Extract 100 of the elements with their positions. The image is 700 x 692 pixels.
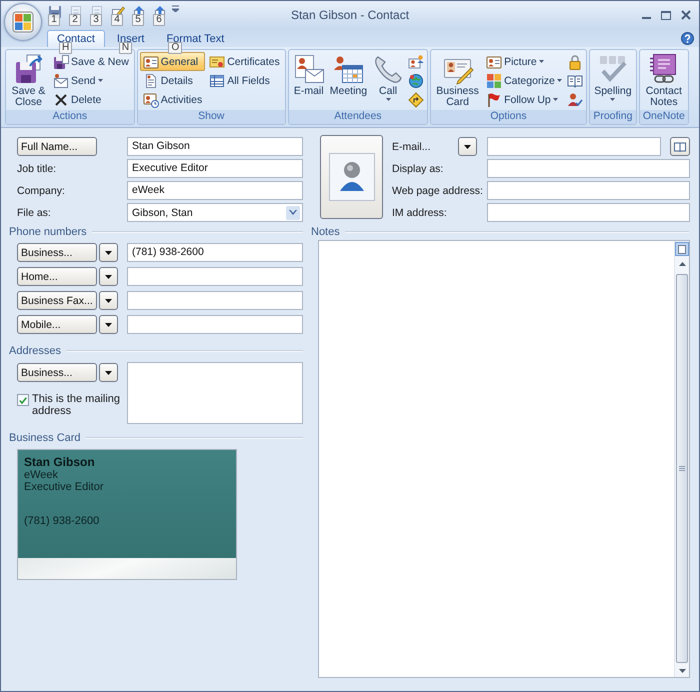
ribbon-button[interactable]: Spelling — [592, 52, 634, 101]
save-icon — [53, 54, 69, 70]
field-label: Display as: — [392, 162, 444, 174]
dropdown-button[interactable] — [99, 363, 118, 382]
contact-card-icon[interactable] — [408, 54, 424, 70]
dropdown-button[interactable] — [99, 315, 118, 334]
keytip: H — [59, 42, 72, 54]
input-field[interactable]: Stan Gibson — [127, 137, 303, 156]
maximize-icon[interactable] — [661, 10, 671, 20]
close-icon[interactable] — [681, 10, 691, 20]
keytip: N — [118, 42, 132, 54]
input-field[interactable]: Executive Editor — [127, 159, 303, 178]
group-label: Actions — [6, 110, 134, 124]
caret-icon — [105, 370, 112, 374]
ribbon-button[interactable]: Save & New — [50, 52, 132, 71]
input-field[interactable]: (781) 938-2600 — [127, 243, 303, 262]
address-field[interactable] — [127, 362, 303, 424]
ribbon-button[interactable]: Send — [50, 71, 132, 90]
ribbon-button[interactable]: Categorize — [483, 71, 565, 90]
check-icon — [19, 396, 27, 404]
group-label: Options — [431, 110, 586, 124]
input-field[interactable] — [127, 267, 303, 286]
input-field[interactable] — [487, 159, 690, 178]
person-check-icon[interactable] — [566, 92, 583, 108]
scrollbar-thumb[interactable] — [676, 274, 688, 663]
caret-icon[interactable] — [172, 5, 179, 12]
field-button[interactable]: Business... — [17, 243, 97, 262]
field-label: IM address: — [392, 206, 447, 218]
input-field[interactable] — [487, 181, 690, 200]
field-button[interactable]: Mobile... — [17, 315, 97, 334]
card-job-title: Executive Editor — [24, 481, 104, 493]
checkbox[interactable] — [17, 394, 29, 406]
field-label: E-mail... — [392, 140, 431, 152]
combo-box[interactable]: Gibson, Stan — [127, 203, 303, 222]
caret-icon — [289, 210, 297, 215]
caret-icon — [105, 250, 112, 254]
input-field[interactable] — [127, 315, 303, 334]
card-phone: (781) 938-2600 — [24, 515, 100, 527]
ribbon-button[interactable]: Save & Close — [8, 52, 49, 109]
dropdown-button[interactable] — [99, 291, 118, 310]
email-icon — [292, 53, 325, 85]
section-title: Phone numbers — [9, 226, 87, 238]
lock-icon[interactable] — [566, 54, 583, 70]
checkbox-label: This is the mailing address — [32, 393, 122, 417]
group-label: OneNote — [640, 110, 688, 124]
card-company: eWeek — [24, 469, 58, 481]
table-icon — [209, 72, 226, 88]
input-field[interactable] — [127, 291, 303, 310]
dropdown-button[interactable] — [99, 267, 118, 286]
field-button[interactable]: Home... — [17, 267, 97, 286]
ribbon-button[interactable]: Contact Notes — [642, 52, 686, 109]
field-button[interactable]: Business... — [17, 363, 97, 382]
ribbon-button[interactable]: Meeting — [328, 52, 370, 98]
keytip: 3 — [90, 14, 102, 26]
dropdown-button[interactable] — [458, 137, 477, 156]
book-icon — [674, 142, 686, 152]
scrollbar[interactable] — [674, 241, 689, 677]
ribbon-button[interactable]: General — [140, 52, 206, 71]
book-icon[interactable] — [566, 72, 583, 88]
field-label: Web page address: — [392, 184, 483, 196]
ribbon-button[interactable]: Activities — [140, 90, 206, 109]
person-icon — [328, 153, 374, 201]
logo-icon — [12, 11, 34, 33]
section-title: Business Card — [9, 432, 81, 444]
contact-card-icon — [142, 92, 159, 108]
keytip: 1 — [48, 14, 60, 26]
ribbon-button[interactable]: Details — [140, 71, 206, 90]
input-field[interactable] — [487, 137, 661, 156]
pane-toggle-button[interactable] — [675, 242, 689, 256]
ribbon-button[interactable]: Certificates — [206, 52, 283, 71]
help-icon[interactable] — [681, 32, 694, 44]
page-icon — [678, 244, 686, 254]
ribbon-button[interactable]: E-mail — [290, 52, 327, 98]
field-button[interactable]: Business Fax... — [17, 291, 97, 310]
flag-icon — [486, 92, 502, 108]
field-button[interactable]: Full Name... — [17, 137, 97, 156]
ribbon-button[interactable]: Business Card — [433, 52, 482, 109]
dropdown-button[interactable] — [99, 243, 118, 262]
input-field[interactable]: eWeek — [127, 181, 303, 200]
color-grid-icon — [486, 72, 502, 88]
scroll-down-icon[interactable] — [678, 669, 686, 673]
contact-card-icon — [486, 54, 502, 70]
ribbon-button[interactable]: Follow Up — [483, 90, 565, 109]
section-title: Addresses — [9, 344, 61, 356]
caret-icon — [464, 144, 471, 148]
keytip: 5 — [132, 14, 144, 26]
sign-icon[interactable] — [408, 92, 424, 108]
address-book-button[interactable] — [670, 137, 690, 156]
scroll-up-icon[interactable] — [678, 262, 686, 266]
ribbon-button[interactable]: Call — [370, 52, 406, 101]
globe-icon[interactable] — [408, 72, 424, 88]
grip-icon — [679, 466, 685, 472]
photo-button[interactable] — [320, 135, 383, 219]
notes-field[interactable] — [318, 240, 690, 678]
ribbon-button[interactable]: Picture — [483, 52, 565, 71]
field-label: Company: — [17, 184, 65, 196]
input-field[interactable] — [487, 203, 690, 222]
certificate-icon — [209, 54, 226, 70]
ribbon-button[interactable]: All Fields — [206, 71, 283, 90]
ribbon-button[interactable]: Delete — [50, 90, 132, 109]
